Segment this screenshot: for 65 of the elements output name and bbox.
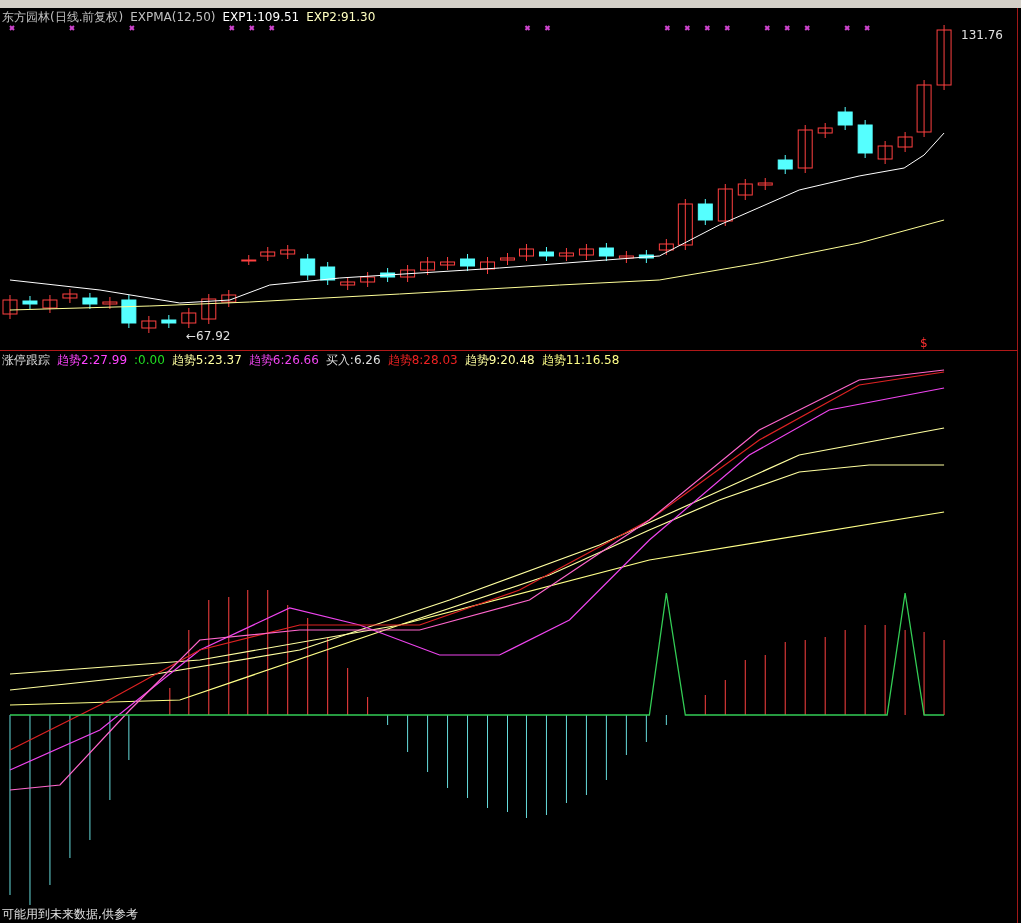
candle (857, 119, 873, 159)
candle (697, 198, 713, 226)
candle (558, 247, 574, 262)
price-label: ←67.92 (186, 330, 231, 343)
signal-mark: $ (920, 337, 928, 350)
candle (737, 178, 753, 201)
candle (320, 261, 336, 286)
chart-legend-text: EXPMA(12,50) (130, 10, 216, 24)
chart-legend-text: 趋势8:28.03 (387, 353, 458, 367)
indicator-title: 涨停跟踪 (2, 353, 50, 367)
candle (300, 253, 316, 281)
candle (538, 246, 554, 262)
candle (817, 122, 833, 139)
candle (62, 288, 78, 304)
candle (480, 256, 495, 275)
candle (241, 254, 257, 266)
candle (260, 246, 276, 262)
candle (797, 124, 813, 174)
candle (102, 296, 118, 310)
candle (42, 294, 58, 314)
candle (638, 249, 654, 264)
candle (460, 253, 476, 272)
candle (400, 264, 416, 283)
candle (141, 315, 157, 334)
candle (360, 271, 376, 288)
candle (877, 140, 893, 165)
candle (22, 295, 38, 310)
candle (618, 250, 634, 264)
candle (837, 106, 853, 131)
candle (916, 79, 932, 138)
candle (2, 294, 18, 320)
chart-legend-text: 趋势9:20.48 (464, 353, 535, 367)
chart-legend-text: EXP2:91.30 (306, 10, 376, 24)
candle (936, 24, 952, 91)
candle (340, 276, 356, 291)
price-label: 131.76 (961, 29, 1003, 42)
candle (717, 183, 733, 227)
candle (757, 177, 773, 191)
chart-legend-text: 趋势11:16.58 (541, 353, 620, 367)
chart-legend-text: 趋势6:26.66 (248, 353, 319, 367)
chart-legend-text: 趋势5:23.37 (171, 353, 242, 367)
candle (181, 307, 197, 329)
chart-legend-text: 买入:6.26 (325, 353, 381, 367)
candle (440, 256, 456, 271)
disclaimer-text: 可能用到未来数据,供参考 (2, 907, 138, 921)
candle (578, 243, 594, 261)
candle (777, 154, 793, 175)
candle (677, 198, 693, 251)
candle (897, 131, 913, 153)
candle (280, 244, 296, 260)
candle (201, 293, 217, 325)
candle (82, 292, 98, 310)
chart-legend-text: :0.00 (134, 353, 165, 367)
chart-legend-text: EXP1:109.51 (222, 10, 300, 24)
candle (598, 242, 614, 262)
chart-legend-text: 东方园林(日线.前复权) (2, 10, 124, 24)
chart-legend-text: 趋势2:27.99 (57, 353, 128, 367)
candle (161, 314, 177, 329)
candle (121, 294, 137, 329)
candle (658, 238, 674, 256)
candle (500, 252, 515, 266)
candle (221, 289, 237, 308)
candle (420, 256, 436, 276)
candle (380, 267, 396, 283)
candle (519, 243, 534, 262)
